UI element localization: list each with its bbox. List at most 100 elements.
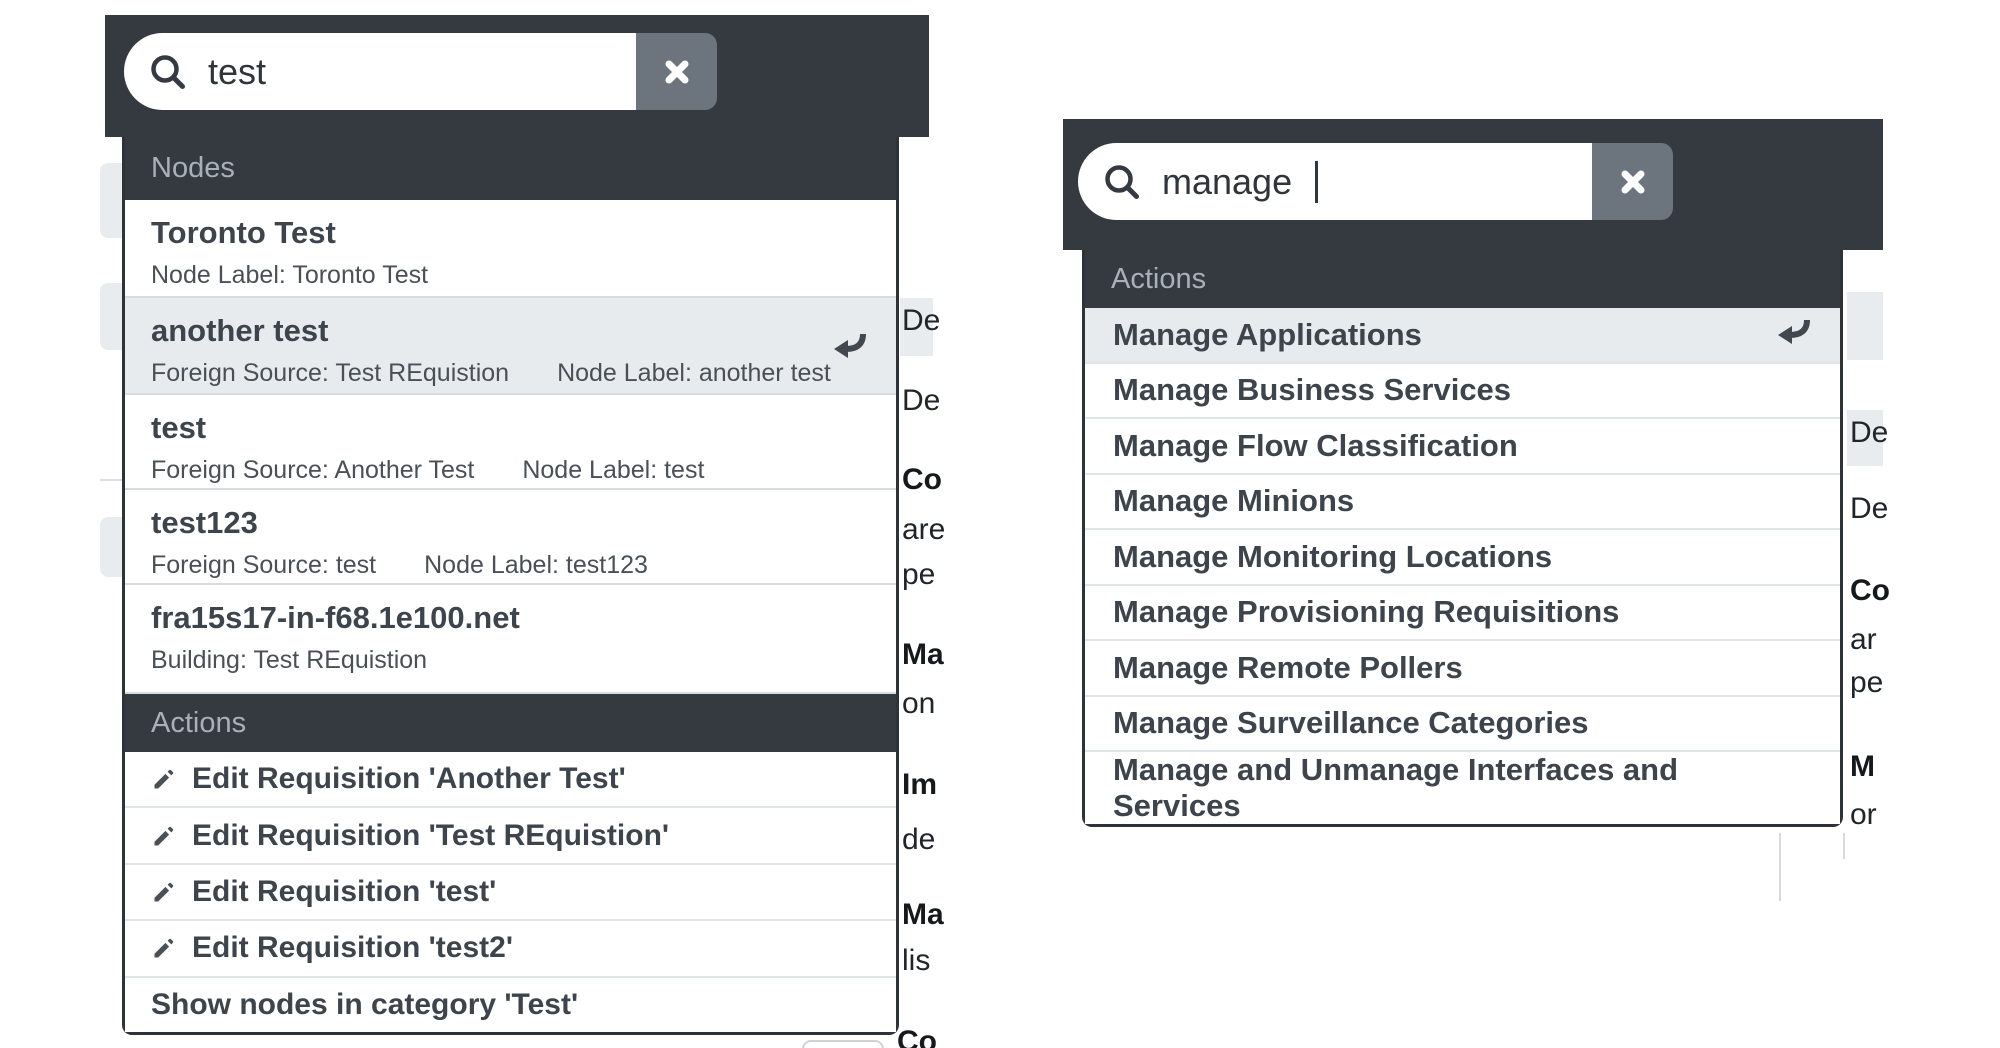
action-label: Manage Monitoring Locations [1113, 539, 1552, 575]
node-field: Foreign Source: test [151, 551, 376, 580]
action-label: Manage and Unmanage Interfaces and Servi… [1113, 752, 1812, 824]
node-result-row[interactable]: Toronto TestNode Label: Toronto Test [125, 200, 896, 298]
right-search-results-dropdown: Actions Manage Applications Manage Busin… [1082, 250, 1843, 827]
background-row-band [100, 163, 124, 238]
action-label: Manage Applications [1113, 317, 1422, 353]
node-field: Foreign Source: Test REquistion [151, 359, 509, 388]
action-row[interactable]: Manage Minions [1085, 475, 1840, 531]
background-text-fragment: or [1850, 800, 1877, 830]
node-result-row[interactable]: another testForeign Source: Test REquist… [125, 298, 896, 395]
action-row[interactable]: Show nodes in category 'Test' [125, 978, 896, 1032]
action-row[interactable]: Edit Requisition 'test' [125, 865, 896, 921]
action-row[interactable]: Manage Applications [1085, 308, 1840, 364]
node-field: Node Label: test123 [424, 551, 648, 580]
left-search-results-dropdown: Nodes Toronto TestNode Label: Toronto Te… [122, 137, 899, 1035]
background-text-fragment: on [902, 689, 935, 719]
action-results-list-left: Edit Requisition 'Another Test' Edit Req… [125, 752, 896, 1032]
node-result-row[interactable]: test123 Foreign Source: test Node Label: t… [125, 490, 896, 585]
node-fields: Foreign Source: test Node Label: test123 [151, 551, 870, 580]
background-table-border [1779, 833, 1781, 901]
background-text-fragment: are [902, 515, 945, 545]
action-row[interactable]: Manage and Unmanage Interfaces and Servi… [1085, 752, 1840, 824]
right-search-bar: manage [1078, 143, 1673, 220]
x-cross-icon [662, 57, 692, 87]
pencil-icon [151, 879, 177, 905]
action-row[interactable]: Manage Remote Pollers [1085, 641, 1840, 697]
node-results-list: Toronto TestNode Label: Toronto Testanot… [125, 200, 896, 694]
background-row-band [100, 283, 124, 350]
action-label: Edit Requisition 'Another Test' [192, 762, 626, 796]
action-row[interactable]: Edit Requisition 'Another Test' [125, 752, 896, 808]
actions-section-title-right: Actions [1111, 263, 1206, 296]
left-search-input[interactable]: test [124, 33, 636, 110]
background-text-fragment: de [902, 825, 935, 855]
background-text-fragment: Ma [902, 640, 944, 670]
node-result-row[interactable]: test Foreign Source: Another TestNode Lab… [125, 395, 896, 490]
background-text-fragment: lis [902, 946, 930, 976]
background-text-fragment: pe [1850, 668, 1883, 698]
background-text-fragment: Co [897, 1027, 937, 1048]
background-text-fragment: Co [1850, 576, 1890, 606]
node-title: test123 [151, 505, 870, 541]
return-arrow-icon [830, 328, 868, 367]
action-label: Edit Requisition 'Test REquistion' [192, 819, 669, 853]
right-search-value: manage [1162, 164, 1292, 200]
action-label: Manage Surveillance Categories [1113, 705, 1589, 741]
background-text-fragment: Im [902, 770, 937, 800]
background-text-fragment: Co [902, 465, 942, 495]
background-text-fragment: De [902, 306, 940, 336]
left-search-header: test [105, 15, 929, 137]
background-text-fragment: De [1850, 418, 1888, 448]
node-title: fra15s17-in-f68.1e100.net [151, 600, 870, 636]
actions-section-header-left: Actions [125, 694, 896, 752]
search-icon [1103, 163, 1141, 201]
background-table-border [1843, 833, 1845, 859]
action-label: Show nodes in category 'Test' [151, 988, 578, 1022]
search-icon [149, 53, 187, 91]
action-row[interactable]: Edit Requisition 'Test REquistion' [125, 808, 896, 864]
text-cursor [1315, 161, 1318, 203]
left-clear-search-button[interactable] [636, 33, 717, 110]
action-row[interactable]: Manage Flow Classification [1085, 419, 1840, 475]
action-row[interactable]: Manage Business Services [1085, 364, 1840, 420]
actions-section-header-right: Actions [1085, 250, 1840, 308]
action-row[interactable]: Edit Requisition 'test2' [125, 921, 896, 977]
action-row[interactable]: Manage Surveillance Categories [1085, 697, 1840, 753]
node-fields: Foreign Source: Another TestNode Label: … [151, 456, 870, 485]
left-search-value: test [208, 54, 266, 90]
action-label: Edit Requisition 'test' [192, 875, 496, 909]
background-row-band [100, 517, 124, 577]
x-cross-icon [1618, 167, 1648, 197]
action-row[interactable]: Manage Monitoring Locations [1085, 530, 1840, 586]
right-clear-search-button[interactable] [1592, 143, 1673, 220]
background-text-fragment: pe [902, 560, 935, 590]
node-fields: Foreign Source: Test REquistion Node Labe… [151, 359, 870, 388]
nodes-section-title: Nodes [151, 152, 235, 185]
background-partial-control [802, 1040, 884, 1048]
pencil-icon [151, 823, 177, 849]
action-row[interactable]: Manage Provisioning Requisitions [1085, 586, 1840, 642]
background-text-fragment: De [1850, 494, 1888, 524]
action-label: Manage Business Services [1113, 372, 1511, 408]
left-search-bar: test [124, 33, 717, 110]
node-field: Node Label: another test [557, 359, 831, 388]
actions-section-title-left: Actions [151, 707, 246, 740]
right-search-header: manage [1063, 119, 1883, 250]
background-text-fragment: Ma [902, 900, 944, 930]
action-results-list-right: Manage Applications Manage Business Serv… [1085, 308, 1840, 824]
pencil-icon [151, 766, 177, 792]
node-title: test [151, 410, 870, 446]
background-text-fragment: M [1850, 752, 1875, 782]
node-fields: Building: Test REquistion [151, 646, 870, 675]
background-divider [100, 479, 124, 481]
action-label: Manage Provisioning Requisitions [1113, 594, 1619, 630]
node-result-row[interactable]: fra15s17-in-f68.1e100.net Building: Test … [125, 585, 896, 694]
action-label: Manage Flow Classification [1113, 428, 1518, 464]
right-search-input[interactable]: manage [1078, 143, 1592, 220]
node-field: Node Label: test [522, 456, 704, 485]
action-label: Manage Remote Pollers [1113, 650, 1463, 686]
node-title: Toronto Test [151, 215, 870, 251]
return-arrow-icon [1774, 314, 1812, 356]
background-text-fragment: ar [1850, 625, 1877, 655]
background-row-band [1847, 292, 1883, 360]
